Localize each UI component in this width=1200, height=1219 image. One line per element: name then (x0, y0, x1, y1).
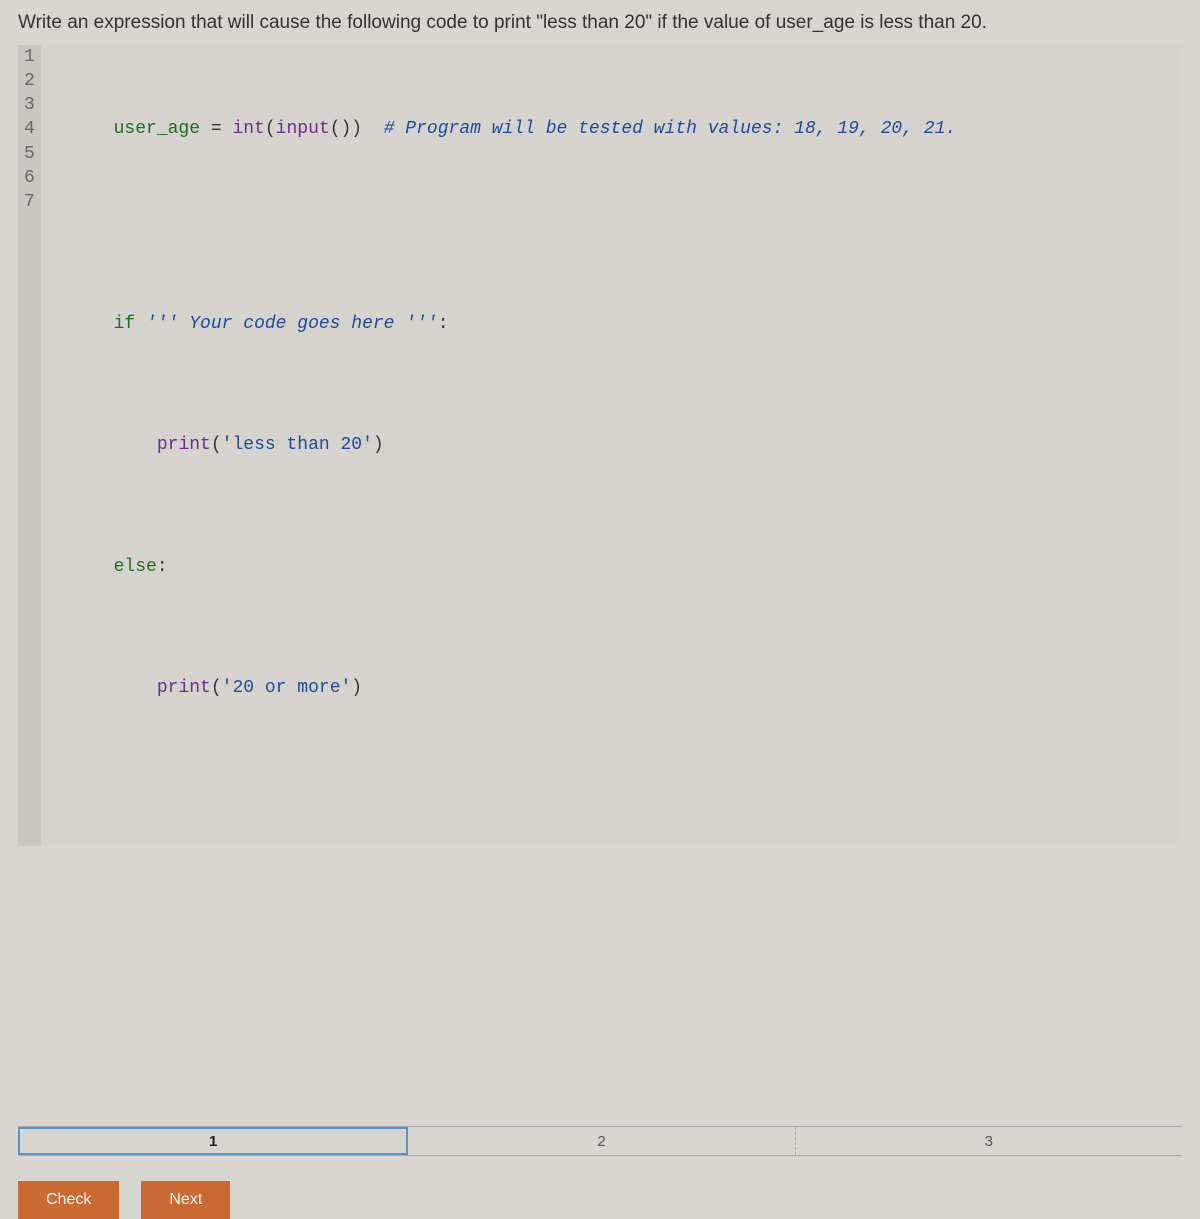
step-pager: 1 2 3 (18, 1126, 1182, 1156)
step-2[interactable]: 2 (408, 1127, 795, 1155)
code-line-6: print('20 or more') (49, 652, 1182, 725)
code-line-3: if ''' Your code goes here ''': (49, 288, 1182, 361)
footer-buttons: Check Next (18, 1181, 1182, 1219)
next-button[interactable]: Next (141, 1181, 230, 1219)
question-prompt: Write an expression that will cause the … (18, 10, 1182, 37)
line-gutter: 1 2 3 4 5 6 7 (18, 45, 41, 847)
code-line-2 (49, 215, 1182, 239)
check-button[interactable]: Check (18, 1181, 119, 1219)
code-editor[interactable]: 1 2 3 4 5 6 7 user_age = int(input()) # … (18, 45, 1182, 847)
code-content[interactable]: user_age = int(input()) # Program will b… (41, 45, 1182, 847)
code-line-5: else: (49, 531, 1182, 604)
code-line-4: print('less than 20') (49, 409, 1182, 482)
code-line-7 (49, 774, 1182, 798)
step-1[interactable]: 1 (18, 1127, 408, 1155)
step-3[interactable]: 3 (796, 1127, 1182, 1155)
code-line-1: user_age = int(input()) # Program will b… (49, 93, 1182, 166)
